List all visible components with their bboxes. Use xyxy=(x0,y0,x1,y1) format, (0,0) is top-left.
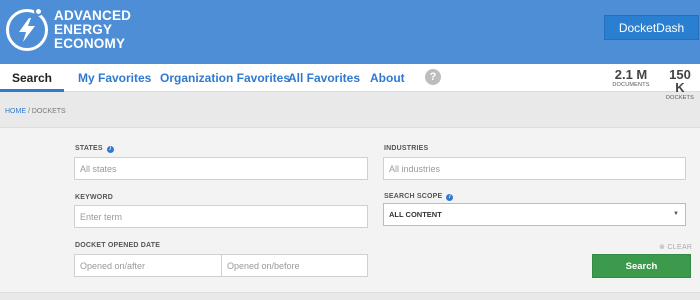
tab-organization-favorites[interactable]: Organization Favorites xyxy=(160,64,290,92)
documents-label: DOCUMENTS xyxy=(612,82,650,88)
keyword-field[interactable] xyxy=(74,205,368,228)
logo-text[interactable]: Advanced Energy Economy xyxy=(54,9,131,51)
app-header: Advanced Energy Economy DocketDash xyxy=(0,0,700,64)
search-scope-label-text: SEARCH SCOPE xyxy=(384,193,443,200)
clear-label: CLEAR xyxy=(667,244,693,251)
tab-about[interactable]: About xyxy=(370,64,405,92)
tab-my-favorites[interactable]: My Favorites xyxy=(78,64,151,92)
states-label: STATES i xyxy=(75,145,114,153)
clear-icon: ⊗ xyxy=(659,244,666,251)
docket-date-label: DOCKET OPENED DATE xyxy=(75,242,161,249)
chevron-down-icon: ▼ xyxy=(673,211,679,217)
documents-count: 2.1 M xyxy=(614,67,648,82)
opened-before-field[interactable] xyxy=(221,254,368,277)
logo-line-3: Economy xyxy=(54,36,126,51)
search-scope-select[interactable]: ALL CONTENT ▼ xyxy=(383,203,686,226)
logo-line-1: Advanced xyxy=(54,8,132,23)
breadcrumb-home[interactable]: HOME xyxy=(5,108,26,115)
opened-after-field[interactable] xyxy=(74,254,222,277)
dockets-label: DOCKETS xyxy=(666,95,694,101)
search-scope-label: SEARCH SCOPE i xyxy=(384,193,454,201)
breadcrumb: HOME / DOCKETS xyxy=(5,108,66,115)
dockets-count: 150 K xyxy=(669,67,691,95)
dockets-stat: 150 K DOCKETS xyxy=(663,68,697,102)
tab-all-favorites[interactable]: All Favorites xyxy=(288,64,360,92)
help-icon[interactable]: ? xyxy=(425,69,441,85)
breadcrumb-separator: / xyxy=(27,108,30,115)
info-icon[interactable]: i xyxy=(106,146,114,153)
tab-search[interactable]: Search xyxy=(0,64,64,92)
search-button[interactable]: Search xyxy=(592,254,691,278)
logo-line-2: Energy xyxy=(54,22,113,37)
states-field[interactable] xyxy=(74,157,368,180)
clear-button[interactable]: ⊗ CLEAR xyxy=(659,243,692,251)
industries-field[interactable] xyxy=(383,157,686,180)
lightning-logo-icon[interactable] xyxy=(6,9,48,51)
industries-label: INDUSTRIES xyxy=(384,145,429,152)
keyword-label: KEYWORD xyxy=(75,194,113,201)
search-scope-value: ALL CONTENT xyxy=(389,210,442,219)
main-nav: Search My Favorites Organization Favorit… xyxy=(0,64,700,101)
logo-dot-icon xyxy=(34,7,43,16)
info-icon[interactable]: i xyxy=(446,194,454,201)
documents-stat: 2.1 M DOCUMENTS xyxy=(612,68,650,89)
docketdash-button[interactable]: DocketDash xyxy=(604,15,699,40)
states-label-text: STATES xyxy=(75,145,103,152)
breadcrumb-current: DOCKETS xyxy=(31,108,66,115)
